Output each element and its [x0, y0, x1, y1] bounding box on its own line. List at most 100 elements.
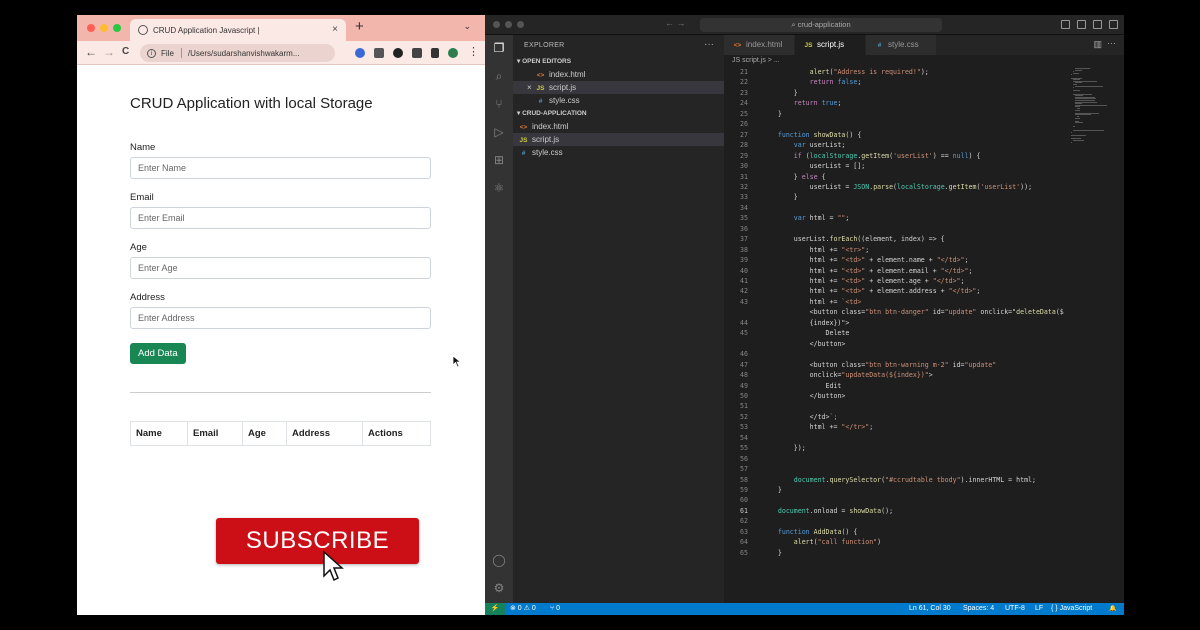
line-endings[interactable]: LF	[1035, 603, 1043, 615]
code-line[interactable]: html += "<td>" + element.address + "</td…	[762, 287, 981, 295]
code-line[interactable]: userList = [];	[762, 162, 866, 170]
code-line[interactable]: return false;	[762, 78, 862, 86]
source-control-icon[interactable]: ⑂	[492, 97, 506, 111]
indentation[interactable]: Spaces: 4	[963, 603, 994, 615]
toggle-secondary-sidebar-icon[interactable]	[1093, 20, 1102, 29]
more-actions-icon[interactable]: ···	[1107, 38, 1116, 48]
code-line[interactable]: html += "<tr>";	[762, 246, 870, 254]
code-line[interactable]: </td>`;	[762, 413, 838, 421]
open-editor-item[interactable]: × JS script.js	[513, 81, 724, 94]
minimap[interactable]	[1069, 68, 1117, 148]
code-line[interactable]: html += "<td>" + element.name + "</td>";	[762, 256, 969, 264]
history-nav-icon[interactable]: ← →	[665, 18, 686, 28]
code-line[interactable]: function AddData() {	[762, 528, 857, 536]
code-line[interactable]: }	[762, 486, 782, 494]
code-line[interactable]: }	[762, 89, 798, 97]
back-button[interactable]: ←	[85, 45, 97, 59]
split-editor-icon[interactable]: ▥	[1093, 39, 1102, 50]
gear-icon[interactable]: ⚙	[492, 581, 506, 595]
customize-layout-icon[interactable]	[1109, 20, 1118, 29]
open-editor-item[interactable]: # style.css	[513, 94, 724, 107]
code-line[interactable]: </button>	[762, 340, 846, 348]
code-line[interactable]: alert("Address is required!");	[762, 68, 929, 76]
ports-indicator[interactable]: ⑂ 0	[550, 603, 560, 615]
age-input[interactable]	[130, 257, 431, 279]
remote-indicator[interactable]: ⚡	[485, 603, 505, 615]
close-window-icon[interactable]	[493, 21, 500, 28]
breadcrumb[interactable]: JS script.js > ...	[724, 55, 1124, 67]
address-input[interactable]	[130, 307, 431, 329]
code-line[interactable]: }	[762, 549, 782, 557]
tab-index-html[interactable]: <> index.html	[724, 35, 794, 55]
problems-indicator[interactable]: ⊗ 0 ⚠ 0	[510, 603, 536, 615]
command-center-search[interactable]: ⌕ crud-application	[700, 18, 942, 32]
code-line[interactable]: document.querySelector("#ccrudtable tbod…	[762, 476, 1036, 484]
folder-section[interactable]: ▾ CRUD-APPLICATION	[513, 107, 724, 120]
code-line[interactable]: var html = "";	[762, 214, 850, 222]
notifications-icon[interactable]: 🔔	[1109, 603, 1116, 615]
code-line[interactable]: </button>	[762, 392, 846, 400]
encoding[interactable]: UTF-8	[1005, 603, 1025, 615]
cursor-position[interactable]: Ln 61, Col 30	[909, 603, 951, 615]
code-line[interactable]: }	[762, 193, 798, 201]
code-line[interactable]: if (localStorage.getItem('userList') == …	[762, 152, 981, 160]
folder-file-item[interactable]: JS script.js	[513, 133, 724, 146]
code-line[interactable]: });	[762, 444, 806, 452]
sidebar-icon[interactable]	[431, 48, 439, 58]
code-line[interactable]: return true;	[762, 99, 842, 107]
name-input[interactable]	[130, 157, 431, 179]
zoom-window-icon[interactable]	[517, 21, 524, 28]
code-line[interactable]: var userList;	[762, 141, 846, 149]
minimize-window-icon[interactable]	[505, 21, 512, 28]
language-mode[interactable]: { } JavaScript	[1051, 603, 1092, 615]
account-icon[interactable]: ◯	[492, 553, 506, 567]
code-line[interactable]: <button class="btn btn-warning m-2" id="…	[762, 361, 997, 369]
extension-icon-3[interactable]	[393, 48, 403, 58]
extension-icon-2[interactable]	[374, 48, 384, 58]
puzzle-icon[interactable]	[412, 48, 422, 58]
profile-avatar[interactable]	[448, 48, 458, 58]
explorer-icon[interactable]: ❐	[492, 41, 506, 55]
code-line[interactable]: html += "<td>" + element.email + "</td>"…	[762, 267, 973, 275]
subscribe-button[interactable]: SUBSCRIBE	[216, 518, 419, 564]
browser-menu-icon[interactable]: ⋮	[468, 45, 479, 58]
code-line[interactable]: onclick="updateData(${index})">	[762, 371, 933, 379]
reload-button[interactable]: C	[122, 46, 129, 57]
close-tab-icon[interactable]: ×	[332, 24, 338, 35]
tab-search-icon[interactable]: ⌄	[463, 21, 471, 32]
open-editor-item[interactable]: <> index.html	[513, 68, 724, 81]
code-line[interactable]: html += `<td>	[762, 298, 862, 306]
extension-icon-1[interactable]	[355, 48, 365, 58]
toggle-sidebar-icon[interactable]	[1061, 20, 1070, 29]
code-line[interactable]: <button class="btn btn-danger" id="updat…	[762, 308, 1064, 316]
new-tab-button[interactable]: +	[355, 18, 364, 35]
folder-file-item[interactable]: # style.css	[513, 146, 724, 159]
close-window-icon[interactable]	[87, 24, 95, 32]
search-icon[interactable]: ⌕	[492, 69, 506, 83]
browser-tab[interactable]: CRUD Application Javascript | ×	[130, 19, 346, 41]
minimize-window-icon[interactable]	[100, 24, 108, 32]
code-line[interactable]: {index})">	[762, 319, 850, 327]
code-line[interactable]: } else {	[762, 173, 826, 181]
folder-file-item[interactable]: <> index.html	[513, 120, 724, 133]
code-line[interactable]: document.onload = showData();	[762, 507, 893, 515]
extensions-icon[interactable]: ⊞	[492, 153, 506, 167]
react-icon[interactable]: ⚛	[492, 181, 506, 195]
code-line[interactable]: Delete	[762, 329, 850, 337]
info-icon[interactable]: i	[147, 48, 156, 58]
code-line[interactable]: alert("call function")	[762, 538, 881, 546]
address-bar[interactable]: i File /Users/sudarshanvishwakarm...	[140, 44, 335, 62]
tab-style-css[interactable]: # style.css	[866, 35, 936, 55]
code-line[interactable]: html += "<td>" + element.age + "</td>";	[762, 277, 965, 285]
zoom-window-icon[interactable]	[113, 24, 121, 32]
email-input[interactable]	[130, 207, 431, 229]
open-editors-section[interactable]: ▾ OPEN EDITORS	[513, 55, 724, 68]
toggle-panel-icon[interactable]	[1077, 20, 1086, 29]
forward-button[interactable]: →	[103, 45, 115, 59]
tab-script-js[interactable]: JS script.js	[795, 35, 865, 55]
add-data-button[interactable]: Add Data	[130, 343, 186, 364]
more-actions-icon[interactable]: ···	[704, 39, 714, 50]
code-line[interactable]: html += "</tr>";	[762, 423, 874, 431]
close-editor-icon[interactable]: ×	[527, 81, 532, 94]
code-line[interactable]: userList.forEach((element, index) => {	[762, 235, 945, 243]
